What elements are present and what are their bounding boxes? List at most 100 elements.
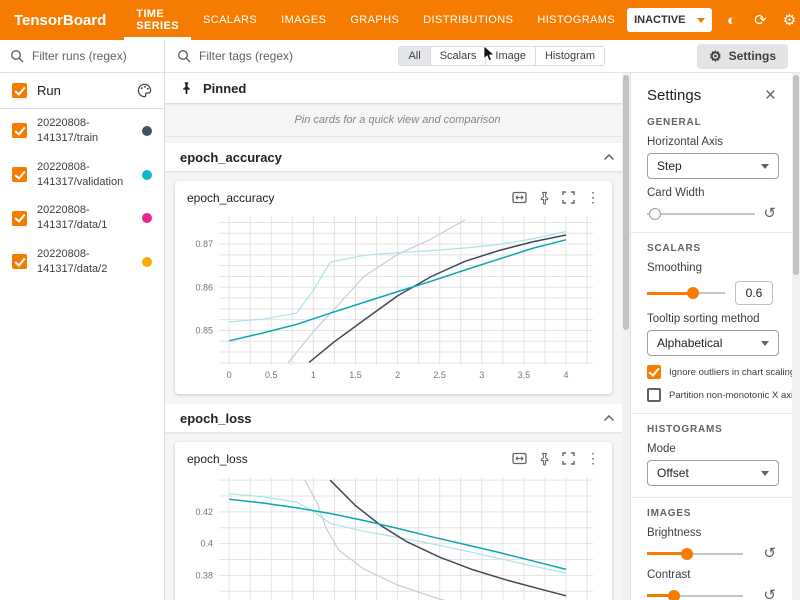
slider-thumb[interactable] (649, 208, 661, 220)
tab-distributions[interactable]: DISTRIBUTIONS (411, 0, 525, 40)
pinned-section-header[interactable]: Pinned (165, 73, 630, 103)
tab-time-series[interactable]: TIME SERIES (124, 0, 191, 40)
scalar-card-epoch-loss: epoch_loss ⋮ 0.420.40.380.36 (175, 442, 612, 600)
chip-all[interactable]: All (398, 46, 430, 66)
card-width-label: Card Width (647, 187, 776, 199)
pinned-title: Pinned (203, 81, 246, 96)
svg-text:1.5: 1.5 (349, 370, 362, 380)
theme-toggle-icon[interactable]: ◐ (721, 13, 741, 28)
chip-image[interactable]: Image (486, 46, 536, 66)
ignore-outliers-checkbox[interactable] (647, 365, 661, 379)
card-width-slider[interactable] (647, 207, 755, 221)
smoothing-value-input[interactable]: 0.6 (735, 281, 773, 305)
svg-text:0: 0 (227, 370, 232, 380)
section-header-epoch-loss[interactable]: epoch_loss (165, 404, 630, 432)
chip-scalars[interactable]: Scalars (431, 46, 487, 66)
reset-icon[interactable]: ↺ (763, 546, 776, 561)
settings-scrollbar-thumb[interactable] (793, 75, 799, 275)
run-label: 20220808-141317/validation (37, 160, 125, 190)
runs-header-label: Run (37, 83, 61, 98)
fullscreen-icon[interactable] (562, 452, 575, 465)
histograms-section-label: HISTOGRAMS (647, 424, 776, 435)
run-label: 20220808-141317/data/1 (37, 203, 125, 233)
epoch-loss-chart[interactable]: 0.420.40.380.36 (175, 469, 612, 600)
gear-icon: ⚙ (709, 49, 722, 63)
section-header-epoch-accuracy[interactable]: epoch_accuracy (165, 143, 630, 171)
tab-graphs[interactable]: GRAPHS (338, 0, 411, 40)
run-checkbox[interactable] (12, 254, 27, 269)
section-title: epoch_loss (180, 411, 252, 426)
tags-toolbar: All Scalars Image Histogram ⚙ Settings (165, 40, 800, 73)
run-row-data-2[interactable]: 20220808-141317/data/2 (0, 240, 164, 284)
settings-button[interactable]: ⚙ Settings (697, 44, 788, 69)
run-checkbox[interactable] (12, 123, 27, 138)
run-checkbox[interactable] (12, 211, 27, 226)
svg-text:0.5: 0.5 (265, 370, 278, 380)
run-color-dot (142, 170, 152, 180)
run-color-dot (142, 126, 152, 136)
tab-scalars[interactable]: SCALARS (191, 0, 269, 40)
run-color-dot (142, 213, 152, 223)
slider-thumb[interactable] (687, 287, 699, 299)
tab-images[interactable]: IMAGES (269, 0, 338, 40)
partition-x-axis-checkbox[interactable] (647, 388, 661, 402)
reset-icon[interactable]: ↺ (763, 206, 776, 221)
tooltip-sorting-select[interactable]: Alphabetical (647, 330, 779, 356)
fit-domain-icon[interactable] (512, 452, 527, 465)
settings-panel-title: Settings (647, 87, 701, 104)
ignore-outliers-label: Ignore outliers in chart scaling (669, 367, 795, 378)
chevron-down-icon (761, 471, 769, 476)
epoch-accuracy-chart[interactable]: 0.850.860.8700.511.522.533.54 (175, 208, 612, 394)
smoothing-label: Smoothing (647, 262, 776, 274)
run-label: 20220808-141317/data/2 (37, 247, 125, 277)
contrast-slider[interactable] (647, 589, 743, 600)
settings-scrollbar[interactable] (792, 73, 800, 600)
smoothing-slider[interactable] (647, 286, 725, 300)
card-title: epoch_accuracy (187, 191, 512, 205)
card-header: epoch_accuracy ⋮ (175, 181, 612, 208)
tags-filter-input[interactable] (199, 49, 359, 63)
slider-thumb[interactable] (668, 590, 680, 600)
tags-filter-row (177, 49, 398, 63)
select-all-runs-checkbox[interactable] (12, 83, 27, 98)
run-row-train[interactable]: 20220808-141317/train (0, 109, 164, 153)
fullscreen-icon[interactable] (562, 191, 575, 204)
runs-sidebar: Run 20220808-141317/train 20220808-14131… (0, 40, 165, 600)
reset-icon[interactable]: ↺ (763, 588, 776, 600)
nav-tabs: TIME SERIES SCALARS IMAGES GRAPHS DISTRI… (124, 0, 627, 40)
search-icon (177, 49, 191, 63)
svg-text:1: 1 (311, 370, 316, 380)
run-label: 20220808-141317/train (37, 116, 125, 146)
chevron-down-icon (761, 164, 769, 169)
run-row-data-1[interactable]: 20220808-141317/data/1 (0, 196, 164, 240)
pin-card-icon[interactable] (538, 191, 551, 205)
more-options-icon[interactable]: ⋮ (586, 450, 600, 467)
fit-domain-icon[interactable] (512, 191, 527, 204)
svg-text:0.38: 0.38 (195, 570, 213, 580)
tab-histograms[interactable]: HISTOGRAMS (525, 0, 627, 40)
gear-icon[interactable]: ⚙ (779, 13, 799, 28)
pin-card-icon[interactable] (538, 452, 551, 466)
svg-text:2: 2 (395, 370, 400, 380)
chevron-down-icon (697, 18, 705, 23)
runs-filter-input[interactable] (32, 49, 142, 63)
main-scrollbar[interactable] (622, 73, 630, 600)
run-row-validation[interactable]: 20220808-141317/validation (0, 153, 164, 197)
tooltip-sorting-label: Tooltip sorting method (647, 313, 776, 325)
partition-x-axis-label: Partition non-monotonic X axis (669, 390, 798, 401)
main-scrollbar-thumb[interactable] (623, 75, 629, 330)
chip-histogram[interactable]: Histogram (536, 46, 605, 66)
app-title: TensorBoard (0, 12, 124, 29)
card-title: epoch_loss (187, 452, 512, 466)
section-body-epoch-loss: epoch_loss ⋮ 0.420.40.380.36 (165, 432, 630, 600)
brightness-slider[interactable] (647, 547, 743, 561)
palette-icon[interactable] (137, 83, 152, 98)
horizontal-axis-select[interactable]: Step (647, 153, 779, 179)
refresh-icon[interactable]: ⟳ (750, 13, 770, 28)
histogram-mode-select[interactable]: Offset (647, 460, 779, 486)
reload-status-select[interactable]: INACTIVE (627, 8, 712, 32)
close-icon[interactable]: × (765, 86, 776, 105)
slider-thumb[interactable] (681, 548, 693, 560)
run-checkbox[interactable] (12, 167, 27, 182)
more-options-icon[interactable]: ⋮ (586, 189, 600, 206)
